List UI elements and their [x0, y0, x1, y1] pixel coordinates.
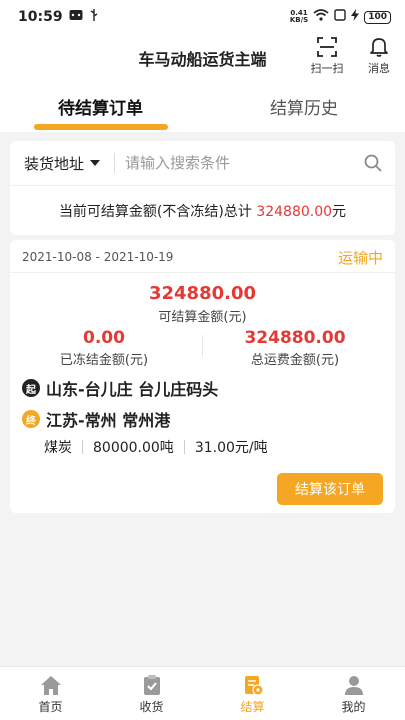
divider — [202, 335, 203, 357]
charging-icon — [351, 9, 360, 25]
search-row: 装货地址 — [10, 141, 395, 185]
destination-route: 终 江苏-常州 常州港 — [22, 407, 170, 431]
bell-icon — [370, 38, 388, 57]
frozen-amount-label: 已冻结金额(元) — [59, 353, 149, 368]
search-input[interactable] — [125, 154, 336, 172]
message-button[interactable]: 消息 — [359, 36, 399, 76]
status-time: 10:59 — [18, 9, 63, 25]
bottom-nav: 首页 收货 结算 我的 — [0, 666, 405, 720]
order-date-range: 2021-10-08 - 2021-10-19 — [22, 250, 174, 264]
caret-down-icon — [90, 160, 101, 166]
sim-icon — [334, 9, 346, 25]
tab-settlement-history[interactable]: 结算历史 — [270, 94, 338, 119]
divider — [82, 440, 83, 454]
total-freight-amount: 324880.00 — [244, 328, 346, 348]
notification-icon — [69, 9, 83, 25]
nav-item-settle[interactable]: 结算 — [202, 667, 303, 720]
divider — [10, 185, 395, 186]
search-field-dropdown[interactable]: 装货地址 — [24, 153, 101, 174]
cargo-weight: 80000.00吨 — [93, 440, 174, 456]
search-field-label: 装货地址 — [24, 154, 85, 173]
nav-label-receive: 收货 — [139, 700, 164, 714]
search-card: 装货地址 当前可结算金额(不含冻结)总计 324880.00元 — [10, 141, 395, 235]
total-freight-label: 总运费金额(元) — [250, 353, 340, 368]
divider — [10, 272, 395, 273]
wifi-icon — [313, 9, 329, 25]
settleable-total-label: 当前可结算金额(不含冻结)总计 — [58, 204, 252, 220]
nav-label-home: 首页 — [38, 700, 63, 714]
status-bar: 10:59 0.41 KB/S 100 — [0, 0, 405, 34]
settleable-total-amount: 324880.00 — [256, 204, 333, 220]
settle-order-button[interactable]: 结算该订单 — [277, 473, 383, 505]
home-icon — [40, 676, 61, 695]
tab-pending-orders[interactable]: 待结算订单 — [58, 94, 143, 119]
origin-badge-icon: 起 — [22, 379, 40, 397]
settleable-total-unit: 元 — [332, 204, 347, 220]
divider — [114, 153, 116, 173]
order-status-badge: 运输中 — [337, 249, 383, 267]
nav-item-profile[interactable]: 我的 — [303, 667, 404, 720]
net-speed: 0.41 KB/S — [289, 9, 309, 24]
origin-route: 起 山东-台儿庄 台儿庄码头 — [22, 376, 218, 400]
nav-label-profile: 我的 — [341, 700, 366, 714]
order-card[interactable]: 2021-10-08 - 2021-10-19 运输中 324880.00 可结… — [10, 240, 395, 513]
cargo-type: 煤炭 — [44, 440, 72, 456]
origin-address: 山东-台儿庄 台儿庄码头 — [46, 380, 219, 399]
receive-icon — [143, 675, 160, 695]
app-header: 车马动船运货主端 扫一扫 消息 — [0, 34, 405, 78]
cargo-info: 煤炭 80000.00吨 31.00元/吨 — [44, 437, 268, 457]
nav-item-home[interactable]: 首页 — [0, 667, 101, 720]
settle-icon — [244, 676, 264, 696]
scan-icon — [317, 37, 337, 57]
settleable-total: 当前可结算金额(不含冻结)总计 324880.00元 — [10, 201, 395, 221]
unit-price: 31.00元/吨 — [194, 440, 268, 456]
search-icon[interactable] — [363, 153, 383, 177]
destination-address: 江苏-常州 常州港 — [46, 411, 171, 430]
nav-item-receive[interactable]: 收货 — [101, 667, 202, 720]
divider — [183, 440, 185, 454]
message-label: 消息 — [368, 62, 390, 75]
destination-badge-icon: 终 — [22, 410, 40, 428]
total-freight-block: 324880.00 总运费金额(元) — [205, 328, 385, 368]
profile-icon — [344, 676, 363, 695]
scan-button[interactable]: 扫一扫 — [307, 36, 347, 76]
frozen-amount-block: 0.00 已冻结金额(元) — [14, 328, 194, 368]
battery-indicator: 100 — [364, 10, 391, 24]
frozen-amount: 0.00 — [83, 328, 125, 348]
usb-icon — [89, 8, 99, 26]
nav-label-settle: 结算 — [240, 700, 265, 714]
active-tab-indicator — [34, 124, 168, 130]
scan-label: 扫一扫 — [310, 62, 344, 75]
settleable-amount-label: 可结算金额(元) — [158, 310, 247, 325]
settleable-amount: 324880.00 — [148, 283, 257, 304]
